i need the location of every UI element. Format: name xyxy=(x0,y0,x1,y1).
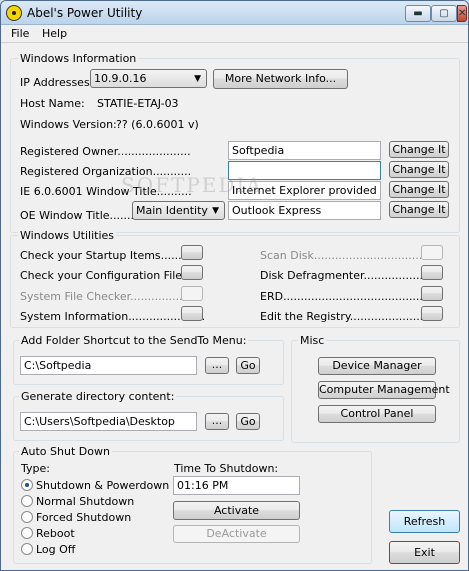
ip-label: IP Addresses: xyxy=(20,76,94,89)
erd-button[interactable] xyxy=(421,286,443,301)
config-files-label: Check your Configuration Files.... xyxy=(20,269,202,282)
option-shutdown-powerdown-label: Shutdown & Powerdown xyxy=(36,479,170,492)
disk-defrag-button[interactable] xyxy=(421,265,443,280)
system-info-button[interactable] xyxy=(181,306,203,321)
exit-button[interactable]: Exit xyxy=(389,541,460,564)
radiation-icon xyxy=(6,5,22,21)
edit-registry-label: Edit the Registry.......................… xyxy=(260,310,438,323)
change-oe-title-button[interactable]: Change It xyxy=(389,201,449,218)
gendir-browse-button[interactable]: ... xyxy=(205,413,229,430)
change-ie-title-button[interactable]: Change It xyxy=(389,181,449,198)
shutdown-time-field[interactable]: 01:16 PM xyxy=(173,476,300,495)
system-file-checker-label: System File Checker.................... xyxy=(20,290,201,303)
utilities-title: Windows Utilities xyxy=(18,229,116,242)
option-normal-shutdown-label: Normal Shutdown xyxy=(36,495,135,508)
misc-title: Misc xyxy=(298,334,327,347)
title-bar[interactable]: Abel's Power Utility ▬ ▢ ✕ xyxy=(1,1,468,25)
disk-defrag-label: Disk Defragmenter..................... xyxy=(260,269,437,282)
shutdown-title: Auto Shut Down xyxy=(19,445,112,458)
gendir-path-field[interactable]: C:\Users\Softpedia\Desktop xyxy=(20,412,197,431)
ip-value: 10.9.0.16 xyxy=(94,72,147,85)
change-owner-button[interactable]: Change It xyxy=(389,141,449,158)
window-title: Abel's Power Utility xyxy=(27,6,143,20)
radio-shutdown-powerdown[interactable] xyxy=(21,479,33,491)
maximize-button[interactable]: ▢ xyxy=(431,5,457,22)
activate-button[interactable]: Activate xyxy=(173,501,300,520)
registered-owner-label: Registered Owner..................... xyxy=(20,145,191,158)
startup-items-label: Check your Startup Items............ xyxy=(20,249,203,262)
scan-disk-label: Scan Disk...............................… xyxy=(260,249,430,262)
sendto-title: Add Folder Shortcut to the SendTo Menu: xyxy=(19,334,249,347)
host-label: Host Name: xyxy=(20,97,85,110)
chevron-down-icon: ▼ xyxy=(194,74,201,84)
sendto-go-button[interactable]: Go xyxy=(236,357,260,374)
system-info-label: System Information...................... xyxy=(20,310,206,323)
registered-owner-field[interactable]: Softpedia xyxy=(228,141,381,160)
option-log-off-label: Log Off xyxy=(36,543,76,556)
host-value: STATIE-ETAJ-03 xyxy=(97,97,179,110)
time-to-shutdown-label: Time To Shutdown: xyxy=(174,462,279,475)
close-button[interactable]: ✕ xyxy=(457,5,467,22)
menu-bar: File Help xyxy=(1,25,468,43)
config-files-button[interactable] xyxy=(181,265,203,280)
radio-log-off[interactable] xyxy=(21,543,33,555)
ip-combo[interactable]: 10.9.0.16 ▼ xyxy=(90,69,207,88)
device-manager-button[interactable]: Device Manager xyxy=(318,357,436,375)
edit-registry-button[interactable] xyxy=(421,306,443,321)
radio-normal-shutdown[interactable] xyxy=(21,495,33,507)
version-value: ?? (6.0.6001 v) xyxy=(116,118,199,131)
option-forced-shutdown-label: Forced Shutdown xyxy=(36,511,132,524)
more-network-info-button[interactable]: More Network Info... xyxy=(213,69,348,89)
windows-info-title: Windows Information xyxy=(18,52,139,65)
oe-title-field[interactable]: Outlook Express xyxy=(228,201,381,220)
control-panel-button[interactable]: Control Panel xyxy=(318,405,436,423)
system-file-checker-button[interactable] xyxy=(181,286,203,301)
computer-management-button[interactable]: Computer Management xyxy=(318,381,450,399)
gendir-title: Generate directory content: xyxy=(19,390,177,403)
menu-help[interactable]: Help xyxy=(42,27,67,40)
oe-identity-value: Main Identity xyxy=(136,204,208,217)
menu-file[interactable]: File xyxy=(11,27,29,40)
radio-forced-shutdown[interactable] xyxy=(21,511,33,523)
deactivate-button[interactable]: DeActivate xyxy=(173,525,300,543)
change-org-button[interactable]: Change It xyxy=(389,161,449,178)
version-label: Windows Version: xyxy=(20,118,117,131)
oe-identity-combo[interactable]: Main Identity ▼ xyxy=(132,201,225,220)
startup-items-button[interactable] xyxy=(181,245,203,260)
scan-disk-button[interactable] xyxy=(421,245,443,260)
shutdown-type-label: Type: xyxy=(21,462,50,475)
gendir-go-button[interactable]: Go xyxy=(236,413,260,430)
option-reboot-label: Reboot xyxy=(36,527,75,540)
oe-title-label: OE Window Title........ xyxy=(20,209,138,222)
sendto-browse-button[interactable]: ... xyxy=(205,357,229,374)
erd-label: ERD.....................................… xyxy=(260,290,430,303)
softpedia-watermark: SOFTPEDIA xyxy=(121,173,263,197)
refresh-button[interactable]: Refresh xyxy=(389,510,460,533)
sendto-path-field[interactable]: C:\Softpedia xyxy=(20,356,197,375)
radio-reboot[interactable] xyxy=(21,527,33,539)
main-window: Abel's Power Utility ▬ ▢ ✕ File Help Win… xyxy=(0,0,469,571)
minimize-button[interactable]: ▬ xyxy=(405,5,431,22)
chevron-down-icon: ▼ xyxy=(212,206,219,216)
